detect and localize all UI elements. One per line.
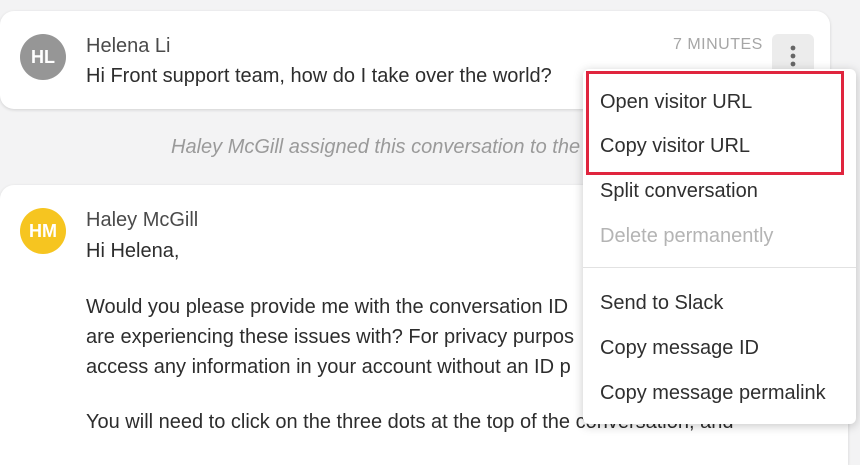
message-timestamp: 7 MINUTES [673,36,763,53]
message-line: access any information in your account w… [86,356,571,378]
avatar-initials: HM [29,220,57,241]
sender-name: Haley McGill [86,209,199,231]
menu-item-copy-message-id[interactable]: Copy message ID [600,337,759,360]
avatar-initials: HL [31,46,55,67]
menu-item-send-to-slack[interactable]: Send to Slack [600,292,723,315]
sender-name: Helena Li [86,35,171,57]
message-text: Hi Front support team, how do I take ove… [86,65,552,87]
avatar-helena: HL [20,34,66,80]
assignment-event-text: Haley McGill assigned this conversation … [171,136,581,158]
menu-item-copy-message-permalink[interactable]: Copy message permalink [600,382,826,405]
message-line: Would you please provide me with the con… [86,296,569,318]
menu-item-split-conversation[interactable]: Split conversation [600,180,758,203]
menu-item-delete-permanently: Delete permanently [600,225,774,247]
message-line: Hi Helena, [86,240,180,262]
menu-divider [583,267,856,268]
message-options-menu: Open visitor URL Copy visitor URL Split … [583,69,856,424]
vertical-dots-icon [790,45,796,67]
avatar-haley: HM [20,208,66,254]
menu-item-copy-visitor-url[interactable]: Copy visitor URL [600,135,750,158]
menu-item-open-visitor-url[interactable]: Open visitor URL [600,91,752,114]
message-line: are experiencing these issues with? For … [86,326,575,348]
